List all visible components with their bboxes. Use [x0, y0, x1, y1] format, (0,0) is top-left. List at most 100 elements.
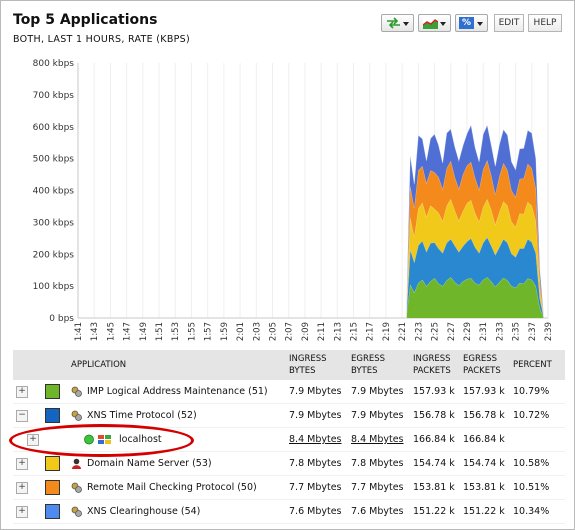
series-color-swatch — [45, 480, 60, 495]
x-tick-label: 2:31 — [479, 322, 489, 341]
x-tick-label: 2:05 — [268, 322, 278, 341]
x-tick-label: 2:33 — [495, 322, 505, 341]
x-tick-label: 2:09 — [301, 322, 311, 341]
y-tick-label: 700 kbps — [33, 91, 75, 101]
x-tick-label: 2:25 — [431, 322, 441, 341]
expand-toggle[interactable]: + — [16, 506, 28, 518]
series-color-swatch — [45, 408, 60, 423]
application-name[interactable]: Domain Name Server (53) — [87, 458, 212, 469]
dns-person-icon — [71, 458, 87, 469]
egress-bytes-cell[interactable]: 8.4 Mbytes — [348, 427, 410, 452]
application-name[interactable]: IMP Logical Address Maintenance (51) — [87, 386, 268, 397]
egress-packets-cell: 151.22 k — [460, 499, 510, 524]
egress-packets-cell: 154.74 k — [460, 451, 510, 476]
table-header-row: APPLICATION INGRESS BYTES EGRESS BYTES I… — [13, 350, 565, 380]
ingress-bytes-cell: 7.6 Mbytes — [286, 499, 348, 524]
color-column-header — [42, 350, 68, 380]
y-tick-label: 100 kbps — [33, 282, 75, 292]
egress-bytes-cell: 7.6 Mbytes — [348, 499, 410, 524]
table-row[interactable]: − XNS Time Protocol (52) 7.9 Mbytes 7.9 Mby… — [13, 403, 565, 428]
percent-cell: 10.34% — [510, 499, 565, 524]
x-tick-label: 2:11 — [317, 322, 327, 341]
egress-bytes-column-header[interactable]: EGRESS BYTES — [348, 350, 410, 380]
x-tick-label: 2:27 — [447, 322, 457, 341]
ingress-bytes-cell: 7.7 Mbytes — [286, 475, 348, 500]
percent-cell: 10.51% — [510, 475, 565, 500]
x-tick-label: 1:49 — [139, 322, 149, 341]
ingress-bytes-cell[interactable]: 8.4 Mbytes — [286, 427, 348, 452]
x-tick-label: 1:59 — [220, 322, 230, 341]
expand-column-header — [13, 350, 42, 380]
x-tick-label: 2:35 — [512, 322, 522, 341]
x-tick-label: 2:17 — [366, 322, 376, 341]
application-name[interactable]: localhost — [119, 434, 162, 445]
egress-packets-cell: 166.84 k — [460, 427, 510, 452]
x-tick-label: 1:43 — [90, 322, 100, 341]
series-color-swatch — [45, 504, 60, 519]
expand-toggle[interactable]: + — [27, 434, 39, 446]
x-tick-label: 2:19 — [382, 322, 392, 341]
x-tick-label: 2:37 — [528, 322, 538, 341]
ingress-packets-cell: 157.93 k — [410, 380, 460, 404]
ingress-packets-cell: 154.74 k — [410, 451, 460, 476]
egress-bytes-cell: 7.8 Mbytes — [348, 451, 410, 476]
x-tick-label: 1:55 — [187, 322, 197, 341]
ingress-packets-column-header[interactable]: INGRESS PACKETS — [410, 350, 460, 380]
x-tick-label: 2:03 — [252, 322, 262, 341]
egress-packets-cell: 156.78 k — [460, 403, 510, 428]
egress-packets-cell: 153.81 k — [460, 475, 510, 500]
table-row[interactable]: + XNS Clearinghouse (54) 7.6 Mbytes 7.6 Mby… — [13, 499, 565, 524]
ingress-packets-cell: 166.84 k — [410, 427, 460, 452]
application-name[interactable]: Remote Mail Checking Protocol (50) — [87, 482, 257, 493]
egress-bytes-cell: 7.9 Mbytes — [348, 403, 410, 428]
expand-toggle[interactable]: + — [16, 386, 28, 398]
expand-toggle[interactable]: + — [16, 482, 28, 494]
table-row-child[interactable]: + localhost 8.4 Mbytes 8.4 Mbytes 166.84 k 16… — [13, 427, 565, 452]
windows-host-icon — [84, 434, 119, 445]
egress-packets-cell: 157.93 k — [460, 380, 510, 404]
y-tick-label: 400 kbps — [33, 187, 75, 197]
x-tick-label: 2:15 — [350, 322, 360, 341]
percent-cell: 10.58% — [510, 451, 565, 476]
series-color-swatch — [45, 384, 60, 399]
application-name[interactable]: XNS Clearinghouse (54) — [87, 506, 200, 517]
ingress-packets-cell: 153.81 k — [410, 475, 460, 500]
expand-toggle[interactable]: + — [16, 458, 28, 470]
x-tick-label: 2:13 — [333, 322, 343, 341]
egress-bytes-cell: 7.7 Mbytes — [348, 475, 410, 500]
x-tick-label: 2:21 — [398, 322, 408, 341]
application-column-header[interactable]: APPLICATION — [68, 350, 286, 380]
table-row[interactable]: + Remote Mail Checking Protocol (50) 7.7 M… — [13, 475, 565, 500]
ingress-packets-cell: 156.78 k — [410, 403, 460, 428]
app-gear-icon — [71, 386, 87, 397]
x-tick-label: 2:07 — [285, 322, 295, 341]
app-gear-icon — [71, 482, 87, 493]
y-tick-label: 200 kbps — [33, 250, 75, 260]
top-applications-panel: Top 5 Applications BOTH, LAST 1 HOURS, R… — [0, 0, 575, 530]
egress-packets-column-header[interactable]: EGRESS PACKETS — [460, 350, 510, 380]
application-name[interactable]: XNS Time Protocol (52) — [87, 410, 197, 421]
percent-column-header[interactable]: PERCENT — [510, 350, 565, 380]
app-gear-icon — [71, 410, 87, 421]
ingress-bytes-column-header[interactable]: INGRESS BYTES — [286, 350, 348, 380]
percent-cell: 10.79% — [510, 380, 565, 404]
ingress-packets-cell: 151.22 k — [410, 499, 460, 524]
percent-cell — [510, 427, 565, 452]
x-tick-label: 1:47 — [123, 322, 133, 341]
y-tick-label: 800 kbps — [33, 59, 75, 69]
y-tick-label: 300 kbps — [33, 218, 75, 228]
series-color-swatch — [45, 456, 60, 471]
x-tick-label: 2:23 — [414, 322, 424, 341]
traffic-area-chart: 0 bps 100 kbps 200 kbps 300 kbps 400 kbps 500… — [33, 59, 554, 341]
table-row[interactable]: + IMP Logical Address Maintenance (51) 7.9… — [13, 380, 565, 404]
percent-cell: 10.72% — [510, 403, 565, 428]
x-tick-label: 2:39 — [544, 322, 554, 341]
table-row[interactable]: + Domain Name Server (53) 7.8 Mbytes 7.8 Mb… — [13, 451, 565, 476]
expand-toggle[interactable]: − — [16, 410, 28, 422]
x-tick-label: 1:41 — [74, 322, 84, 341]
ingress-bytes-cell: 7.9 Mbytes — [286, 403, 348, 428]
x-tick-label: 1:57 — [204, 322, 214, 341]
applications-table: APPLICATION INGRESS BYTES EGRESS BYTES I… — [13, 350, 565, 524]
ingress-bytes-cell: 7.8 Mbytes — [286, 451, 348, 476]
y-tick-label: 0 bps — [49, 314, 74, 324]
